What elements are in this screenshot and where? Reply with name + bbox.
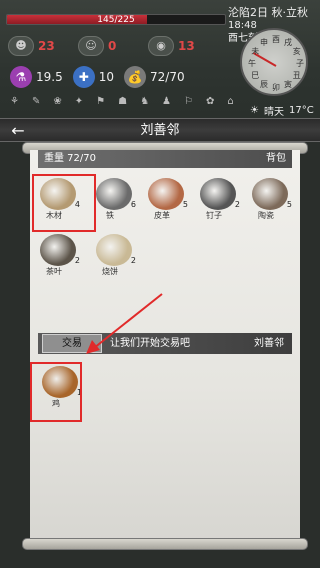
scroll-rod-bottom [22,538,308,550]
item-count: 5 [182,200,188,209]
wheel-label: 子 [296,59,304,68]
status-effect-icons: ⚘ ✎ ❀ ✦ ⚑ ☗ ♞ ♟ ⚐ ✿ ⌂ [10,96,234,107]
status-effect-icon[interactable]: ❀ [53,96,61,107]
stat-value: 0 [108,39,117,53]
item-icon [200,178,236,210]
title-bar: ← 刘善邻 [0,118,320,142]
item-name: 铁 [106,211,114,220]
status-effect-icon[interactable]: ☗ [118,96,127,107]
resources: ⚗ 19.5 ✚ 10 💰 72/70 [10,66,185,88]
condition-stats: ☻ 23 ☺ 0 ◉ 13 [8,36,214,56]
npc-name: 刘善邻 [254,338,284,349]
inventory-item[interactable]: 烧饼 2 [90,232,138,280]
status-effect-icon[interactable]: ⚑ [96,96,105,107]
bag-icon: 💰 [124,66,146,88]
inventory-item[interactable]: 铁6 [90,176,138,224]
status-effect-icon[interactable]: ♞ [140,96,149,107]
face-icon: ☺ [78,36,104,56]
highlight-box [32,174,96,232]
status-effect-icon[interactable]: ✦ [75,96,83,107]
item-count: 6 [130,200,136,209]
weather-text: 晴天 [263,107,284,118]
sun-icon: ☀ [250,105,259,116]
inventory-item[interactable]: 陶瓷 5 [246,176,294,224]
inventory-header: 重量 72/70 背包 [38,150,292,168]
wheel-label: 戌 [284,38,292,48]
backpack-tab[interactable]: 背包 [266,150,286,168]
page-title: 刘善邻 [140,123,180,138]
item-count: 2 [130,256,136,265]
stat-hunger[interactable]: ◉ 13 [148,36,214,56]
stat-mood[interactable]: ☻ 23 [8,36,74,56]
status-hud: 145/225 ☻ 23 ☺ 0 ◉ 13 ⚗ 19.5 ✚ 10 💰 72/7… [0,0,320,118]
wheel-label: 寅 [284,79,292,89]
item-icon [252,178,288,210]
wheel-label: 丑 [292,71,301,80]
inventory-item[interactable]: 茶叶 2 [34,232,82,280]
temperature-text: 17°C [288,105,314,116]
wheel-label: 辰 [260,79,268,89]
item-icon [148,178,184,210]
stat-value: 13 [178,39,195,53]
bandage-icon: ✚ [72,66,95,88]
tutorial-arrow-icon [86,293,163,354]
wheel-label: 申 [260,38,268,48]
wheel-label: 酉 [272,35,280,44]
item-count: 2 [74,256,80,265]
item-icon [96,234,132,266]
resource-value: 72/70 [150,70,185,84]
health-text: 145/225 [97,15,135,25]
weather-info: ☀ 晴天 17°C [250,103,314,118]
status-effect-icon[interactable]: ✎ [32,96,40,107]
item-name: 皮革 [154,211,170,220]
item-name: 陶瓷 [258,211,274,220]
highlight-box [30,362,82,422]
stat-value: 23 [38,39,55,53]
resource-potion[interactable]: ⚗ 19.5 [10,66,63,88]
status-effect-icon[interactable]: ♟ [162,96,171,107]
resource-bandage[interactable]: ✚ 10 [72,66,114,88]
item-icon [40,234,76,266]
stat-face[interactable]: ☺ 0 [78,36,144,56]
item-name: 烧饼 [102,267,118,276]
status-effect-icon[interactable]: ✿ [206,96,214,107]
potion-icon: ⚗ [10,66,32,88]
wheel-label: 卯 [272,83,280,92]
weight-label: 重量 72/70 [44,153,96,164]
wheel-label: 未 [251,47,260,56]
item-name: 茶叶 [46,267,62,276]
date-text: 沦陷2日 秋·立秋 [228,6,308,19]
status-effect-icon[interactable]: ⚘ [10,96,19,107]
stomach-icon: ◉ [148,36,174,56]
wheel-label: 亥 [292,47,301,56]
resource-bag[interactable]: 💰 72/70 [124,66,185,88]
status-effect-icon[interactable]: ⌂ [227,96,233,107]
inventory-item[interactable]: 钉子 2 [194,176,242,224]
time-wheel[interactable]: 酉戌亥子丑寅卯辰巳午未申 [240,28,308,96]
item-icon [96,178,132,210]
item-name: 钉子 [206,211,222,220]
inventory-item[interactable]: 皮革 5 [142,176,190,224]
resource-value: 10 [98,70,114,84]
wheel-label: 午 [248,59,256,68]
health-bar: 145/225 [6,14,226,25]
wheel-label: 巳 [251,71,260,80]
resource-value: 19.5 [36,70,63,84]
status-effect-icon[interactable]: ⚐ [184,96,193,107]
brain-icon: ☻ [8,36,34,56]
item-count: 5 [286,200,292,209]
item-count: 2 [234,200,240,209]
